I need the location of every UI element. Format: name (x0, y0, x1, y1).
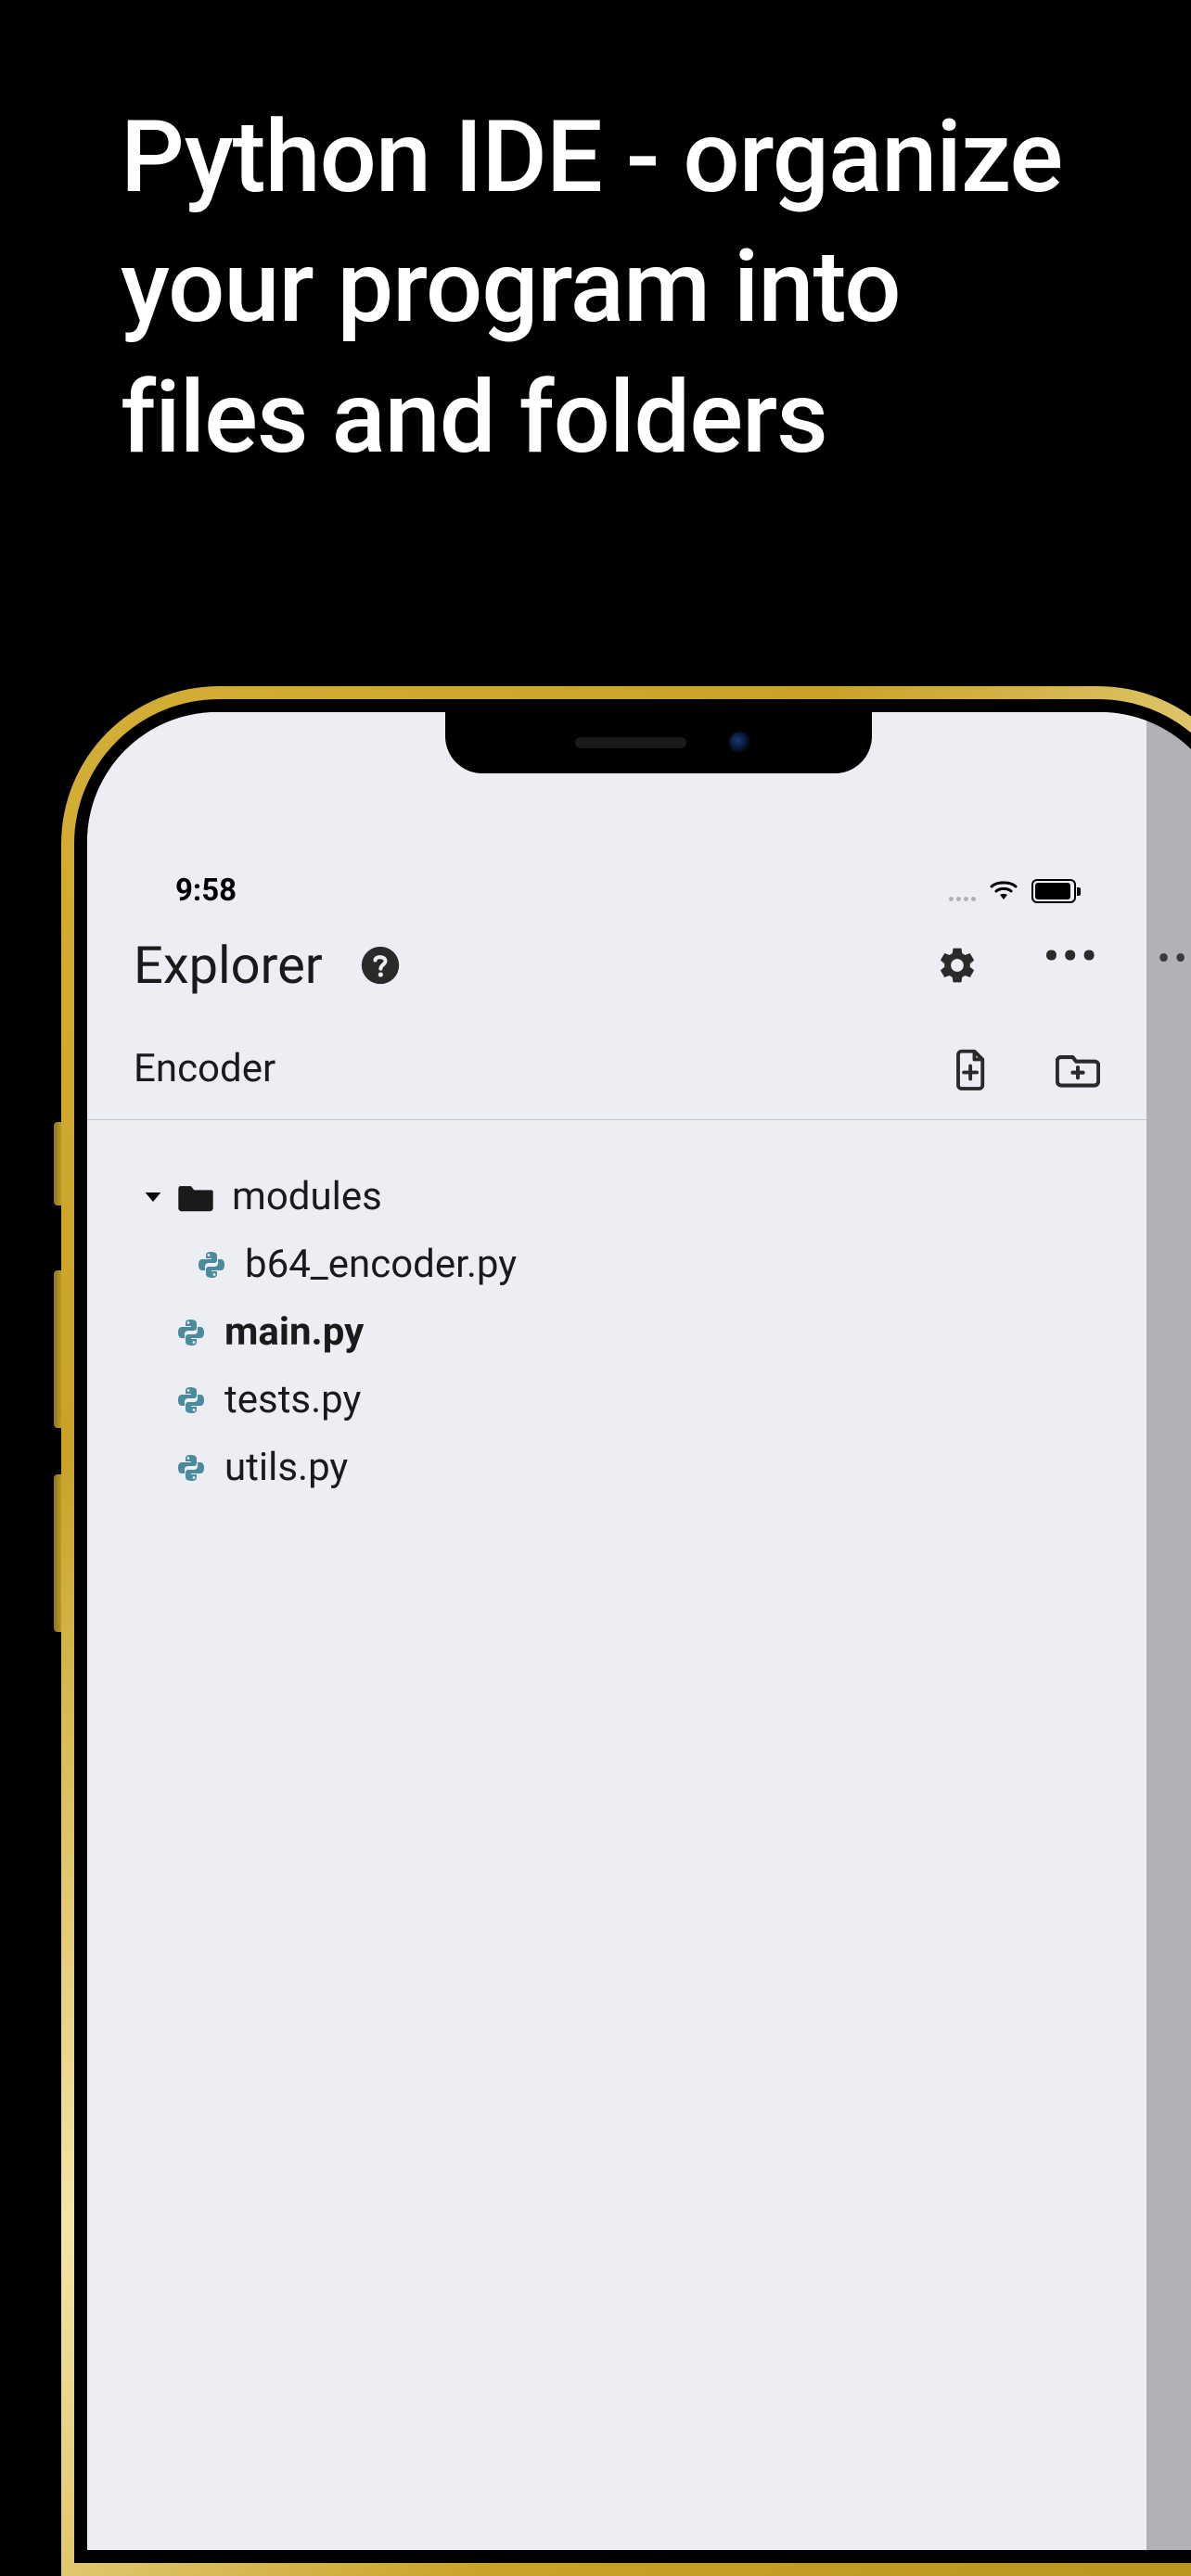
tree-file-label: b64_encoder.py (245, 1242, 517, 1287)
new-folder-icon (1056, 1050, 1100, 1089)
promo-headline: Python IDE - organize your program into … (121, 93, 1098, 483)
more-icon: ••• (1044, 932, 1100, 980)
python-icon (176, 1453, 206, 1483)
file-tree: modules b64_encoder (87, 1120, 1146, 1501)
new-folder-button[interactable] (1056, 1050, 1100, 1089)
battery-icon (1031, 879, 1082, 903)
wifi-icon (987, 879, 1020, 903)
tree-file-label: main.py (224, 1309, 364, 1355)
explorer-panel: 9:58 (87, 712, 1146, 2550)
status-time: 9:58 (175, 873, 237, 909)
python-icon (176, 1318, 206, 1347)
explorer-title: Explorer (134, 935, 323, 996)
phone-notch (445, 712, 872, 773)
tree-file-label: utils.py (224, 1445, 348, 1490)
tree-file-tests[interactable]: tests.py (134, 1366, 1100, 1434)
python-icon (197, 1250, 226, 1280)
folder-icon (176, 1181, 215, 1213)
background-panel-shadow (1146, 712, 1191, 2550)
tree-file-utils[interactable]: utils.py (134, 1434, 1100, 1501)
chevron-down-icon (141, 1191, 165, 1204)
python-icon (176, 1385, 206, 1415)
project-name[interactable]: Encoder (134, 1046, 275, 1091)
tree-folder-modules[interactable]: modules (134, 1163, 1100, 1231)
settings-button[interactable] (936, 944, 979, 987)
phone-mockup: ••• 9:58 (61, 686, 1191, 2576)
tree-file-main[interactable]: main.py (134, 1298, 1100, 1366)
tree-file-b64encoder[interactable]: b64_encoder.py (134, 1231, 1100, 1298)
status-bar: 9:58 (87, 833, 1146, 916)
help-button[interactable] (360, 945, 401, 986)
new-file-icon (952, 1048, 991, 1090)
gear-icon (936, 944, 979, 987)
new-file-button[interactable] (952, 1048, 991, 1090)
help-icon (360, 945, 401, 986)
tree-folder-label: modules (232, 1174, 382, 1219)
cellular-icon (949, 881, 976, 901)
more-button[interactable]: ••• (1044, 936, 1100, 995)
tree-file-label: tests.py (224, 1377, 361, 1422)
background-more-icon: ••• (1157, 937, 1191, 982)
